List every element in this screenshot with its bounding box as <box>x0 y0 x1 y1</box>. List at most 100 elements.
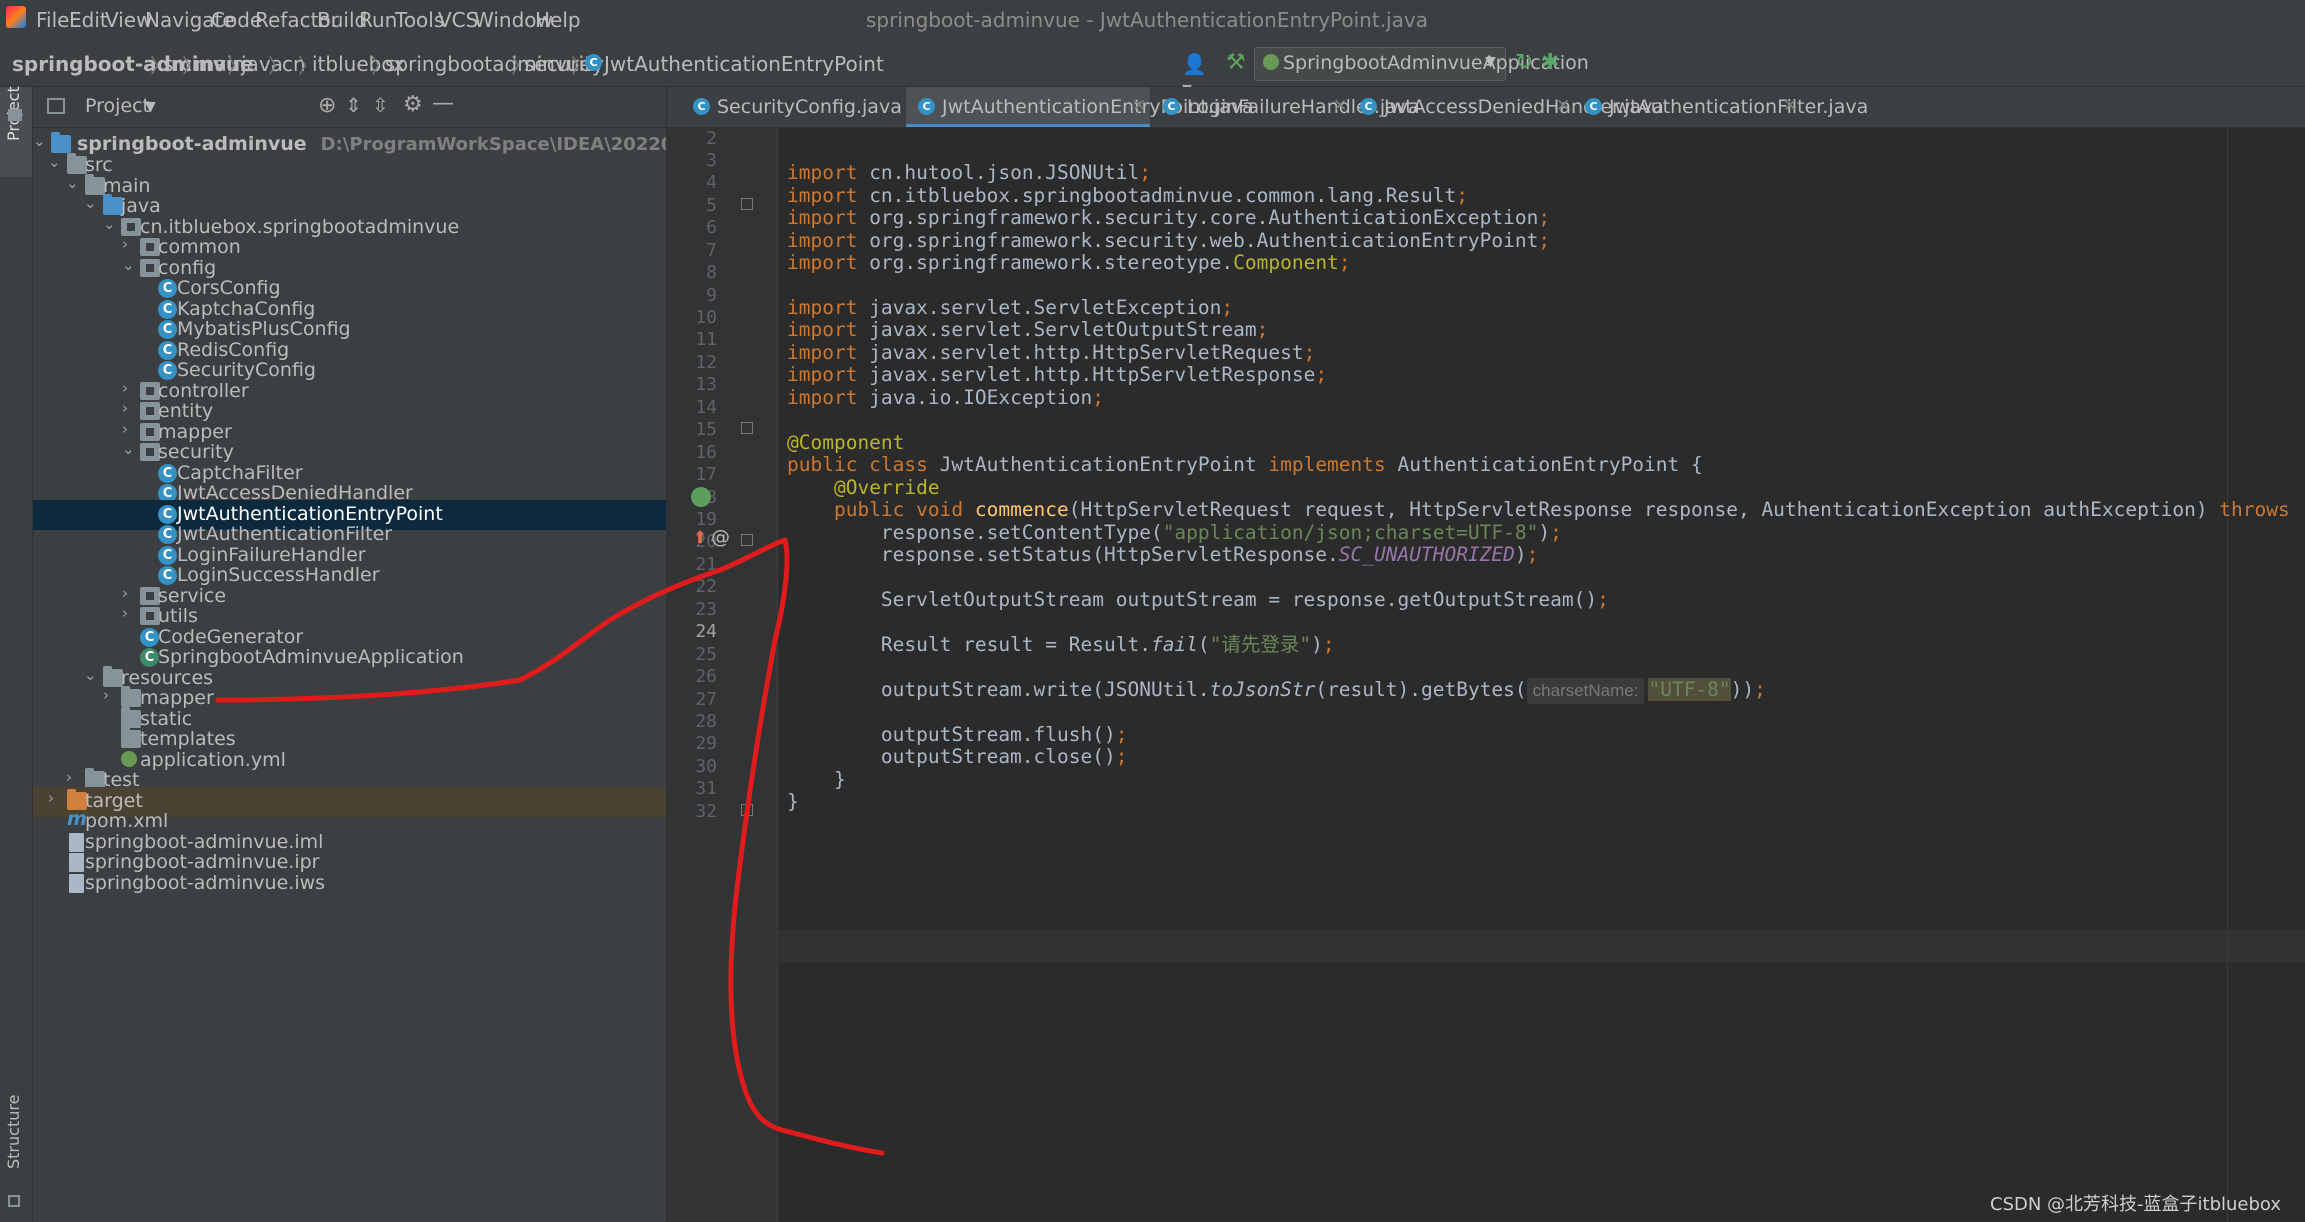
spring-boot-icon <box>1263 54 1279 70</box>
close-icon[interactable]: ✕ <box>1333 96 1347 116</box>
chevron-right-icon[interactable]: › <box>122 586 134 601</box>
line-number: 32 <box>695 801 717 822</box>
chevron-down-icon[interactable]: ⌄ <box>84 668 97 683</box>
rerun-icon[interactable]: ↻ <box>1515 50 1535 75</box>
expand-all-icon[interactable]: ⇕ <box>345 93 362 117</box>
chevron-down-icon[interactable]: ▼ <box>145 99 156 115</box>
project-panel-title[interactable]: Project <box>85 95 150 117</box>
spring-bean-icon[interactable] <box>691 487 711 507</box>
chevron-down-icon[interactable]: ⌄ <box>122 442 135 457</box>
fold-icon[interactable] <box>741 198 753 210</box>
semicolon: ; <box>1115 745 1128 768</box>
chevron-down-icon[interactable]: ⌄ <box>33 134 46 149</box>
code-line-26: outputStream.write(JSONUtil.toJsonStr(re… <box>787 673 1766 706</box>
class-icon: C <box>1360 98 1377 115</box>
chevron-down-icon[interactable]: ⌄ <box>48 155 61 170</box>
line-number: 28 <box>695 711 717 732</box>
tab-jwt-access-denied-handler[interactable]: C JwtAccessDeniedHandler.java ✕ <box>1348 87 1664 127</box>
implements-method-icon[interactable]: ⬆ <box>693 528 707 548</box>
code-text: outputStream.close() <box>880 745 1116 768</box>
static-method: toJsonStr <box>1209 678 1316 701</box>
semicolon: ; <box>1315 363 1328 386</box>
structure-tool-label: Structure <box>4 1094 23 1169</box>
line-number: 10 <box>695 307 717 328</box>
chevron-right-icon[interactable]: › <box>122 381 134 396</box>
chevron-right-icon[interactable]: › <box>48 791 60 806</box>
tab-login-failure-handler[interactable]: C LoginFailureHandler.java ✕ <box>1151 87 1420 127</box>
collapse-all-icon[interactable]: ⇳ <box>372 93 389 117</box>
line-number: 2 <box>706 128 717 149</box>
run-config-dropdown[interactable]: SpringbootAdminvueApplication ▼ <box>1254 47 1589 81</box>
line-number: 25 <box>695 644 717 665</box>
class-icon: C <box>693 98 710 115</box>
menu-tools[interactable]: Tools <box>395 8 444 32</box>
chevron-right-icon[interactable]: › <box>122 401 134 416</box>
breadcrumb-class[interactable]: JwtAuthenticationEntryPoint <box>604 52 884 76</box>
spring-yml-icon <box>121 751 137 767</box>
intellij-logo-icon <box>6 6 26 28</box>
line-number-gutter: 2 3 4 5 6 7 8 9 10 11 12 13 14 15 16 17 … <box>667 128 778 1222</box>
menu-vcs[interactable]: VCS <box>438 8 478 32</box>
spring-autowire-icon[interactable]: @ <box>711 526 730 548</box>
code-text: response.setStatus(HttpServletResponse. <box>880 543 1339 566</box>
chevron-down-icon[interactable]: ⌄ <box>122 258 135 273</box>
chevron-right-icon[interactable]: › <box>103 688 115 703</box>
current-line-highlight <box>778 930 2305 963</box>
menu-help[interactable]: Help <box>535 8 581 32</box>
chevron-down-icon[interactable]: ⌄ <box>84 196 97 211</box>
fold-icon[interactable] <box>741 534 753 546</box>
tab-jwt-authentication-filter[interactable]: C JwtAuthenticationFilter.java ✕ <box>1573 87 1868 127</box>
code-text: ) <box>1514 543 1527 566</box>
line-number: 3 <box>706 150 717 171</box>
chevron-right-icon[interactable]: › <box>66 770 78 785</box>
tab-jwt-authentication-entry-point[interactable]: C JwtAuthenticationEntryPoint.java ✕ <box>906 87 1254 127</box>
line-number: 13 <box>695 374 717 395</box>
keyword: import <box>787 386 858 409</box>
tab-security-config[interactable]: C SecurityConfig.java <box>681 87 905 127</box>
close-icon[interactable]: ✕ <box>1783 96 1797 116</box>
chevron-right-icon[interactable]: › <box>122 422 134 437</box>
chevron-right-icon[interactable]: › <box>122 237 134 252</box>
line-number: 7 <box>706 240 717 261</box>
menu-file[interactable]: File <box>36 8 69 32</box>
user-account-icon[interactable]: 👤▾ <box>1182 52 1214 100</box>
chevron-down-icon[interactable]: ⌄ <box>66 176 79 191</box>
menu-edit[interactable]: Edit <box>69 8 108 32</box>
line-number: 23 <box>695 599 717 620</box>
locate-file-icon[interactable]: ⊕ <box>318 93 336 118</box>
line-number: 12 <box>695 352 717 373</box>
code-text: } <box>833 768 846 791</box>
navigation-bar: springboot-adminvue 〉 src 〉 main 〉 java … <box>0 42 2305 100</box>
menu-bar: File Edit View Navigate Code Refactor Bu… <box>0 0 2305 42</box>
line-number: 11 <box>695 329 717 350</box>
chevron-right-icon[interactable]: › <box>122 606 134 621</box>
class-icon: C <box>1585 98 1602 115</box>
menu-run[interactable]: Run <box>359 8 397 32</box>
close-icon[interactable]: ✕ <box>1556 96 1570 116</box>
code-text: org.springframework.stereotype. <box>857 251 1234 274</box>
project-view-icon <box>47 98 65 114</box>
fold-icon[interactable] <box>741 422 753 434</box>
line-number: 30 <box>695 756 717 777</box>
semicolon: ; <box>1338 251 1351 274</box>
close-icon[interactable]: ✕ <box>1132 96 1146 116</box>
structure-tool-tab[interactable]: Structure <box>0 1087 32 1217</box>
tree-item-iws[interactable]: springboot-adminvue.iws <box>33 869 666 899</box>
code-text: Result result = Result. <box>880 633 1151 656</box>
fold-icon[interactable] <box>741 804 753 816</box>
line-number: 6 <box>706 217 717 238</box>
semicolon: ; <box>1754 678 1766 701</box>
gear-icon[interactable]: ⚙ <box>403 92 423 117</box>
semicolon: ; <box>1092 386 1105 409</box>
code-text: )) <box>1730 678 1755 701</box>
chevron-down-icon: ▼ <box>1485 54 1496 70</box>
class-icon: C <box>1163 98 1180 115</box>
project-tool-tab[interactable]: Project <box>0 86 32 177</box>
code-text: (result).getBytes( <box>1315 678 1527 701</box>
chevron-down-icon[interactable]: ⌄ <box>103 217 116 232</box>
line-number: 5 <box>706 195 717 216</box>
debug-bug-icon[interactable]: ✱ <box>1541 50 1561 75</box>
hide-panel-icon[interactable]: — <box>432 91 454 116</box>
build-hammer-icon[interactable]: ⚒ <box>1226 50 1246 76</box>
line-number: 17 <box>695 464 717 485</box>
